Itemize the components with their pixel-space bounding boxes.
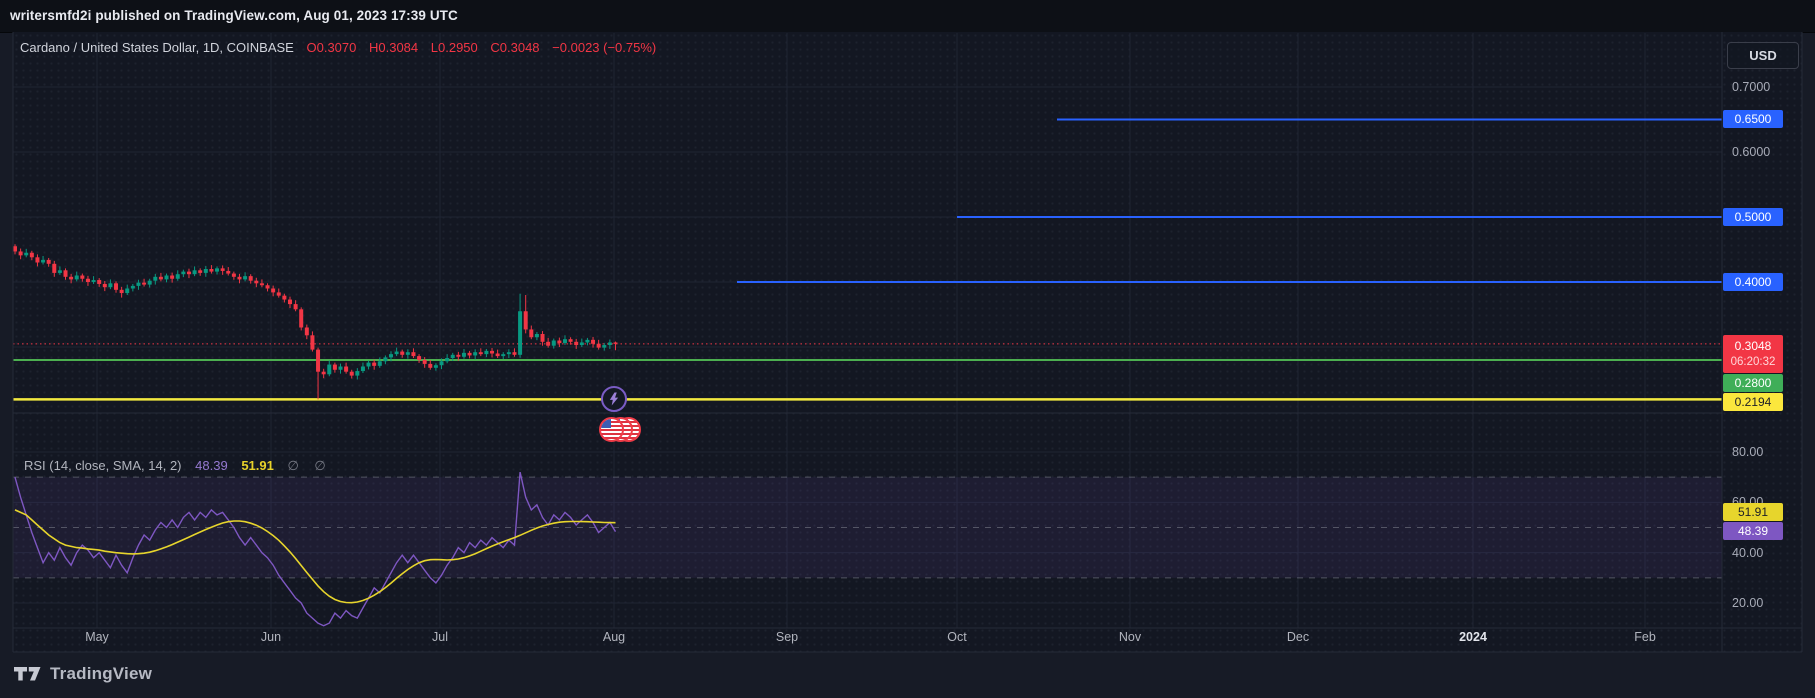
ohlc-high: H0.3084 <box>369 40 418 55</box>
time-axis-label: Sep <box>776 630 798 644</box>
price-badge: 0.4000 <box>1723 273 1783 291</box>
tradingview-brand-text[interactable]: TradingView <box>50 664 152 684</box>
time-axis-label: Jul <box>432 630 448 644</box>
lightning-event-icon[interactable] <box>601 386 627 412</box>
ohlc-close: C0.3048 <box>490 40 539 55</box>
ohlc-change: −0.0023 (−0.75%) <box>552 40 656 55</box>
rsi-ma-value: 51.91 <box>241 458 274 473</box>
price-badge: 0.304806:20:32 <box>1723 335 1783 373</box>
time-axis-label: May <box>85 630 109 644</box>
price-badge: 0.6500 <box>1723 110 1783 128</box>
rsi-indicator-legend[interactable]: RSI (14, close, SMA, 14, 2) 48.39 51.91 … <box>24 458 332 474</box>
time-axis-label: Dec <box>1287 630 1309 644</box>
currency-toggle-button[interactable]: USD <box>1727 42 1799 69</box>
price-badge: 51.91 <box>1723 503 1783 521</box>
price-badge: 0.5000 <box>1723 208 1783 226</box>
symbol-title: Cardano / United States Dollar, 1D, COIN… <box>20 40 294 55</box>
ohlc-open: O0.3070 <box>306 40 356 55</box>
rsi-empty-values: ∅ ∅ <box>287 458 331 473</box>
price-scale-label: 80.00 <box>1732 445 1763 459</box>
time-axis-label: Oct <box>947 630 966 644</box>
time-axis-label: Feb <box>1634 630 1656 644</box>
price-scale-label: 0.6000 <box>1732 145 1770 159</box>
tradingview-logo-icon[interactable] <box>14 667 41 681</box>
price-and-rsi-chart[interactable] <box>0 0 1815 698</box>
lightning-bolt-glyph <box>608 391 620 407</box>
rsi-value: 48.39 <box>195 458 228 473</box>
price-badge: 0.2800 <box>1723 374 1783 392</box>
price-badge: 48.39 <box>1723 522 1783 540</box>
us-flag-icon <box>599 417 624 442</box>
time-axis-label: Aug <box>603 630 625 644</box>
price-badge: 0.2194 <box>1723 393 1783 411</box>
time-axis-label: 2024 <box>1459 630 1487 644</box>
candles-group <box>13 244 617 399</box>
countdown-timer: 06:20:32 <box>1731 355 1776 370</box>
price-scale-label: 0.7000 <box>1732 80 1770 94</box>
price-scale-label: 20.00 <box>1732 596 1763 610</box>
tradingview-snapshot: writersmfd2i published on TradingView.co… <box>0 0 1815 698</box>
time-axis-label: Nov <box>1119 630 1141 644</box>
symbol-legend[interactable]: Cardano / United States Dollar, 1D, COIN… <box>20 40 656 55</box>
ohlc-low: L0.2950 <box>431 40 478 55</box>
price-scale-label: 40.00 <box>1732 546 1763 560</box>
us-flag-event-icons[interactable] <box>599 417 647 443</box>
rsi-title: RSI (14, close, SMA, 14, 2) <box>24 458 182 473</box>
footer: TradingView <box>14 664 152 684</box>
time-axis-label: Jun <box>261 630 281 644</box>
